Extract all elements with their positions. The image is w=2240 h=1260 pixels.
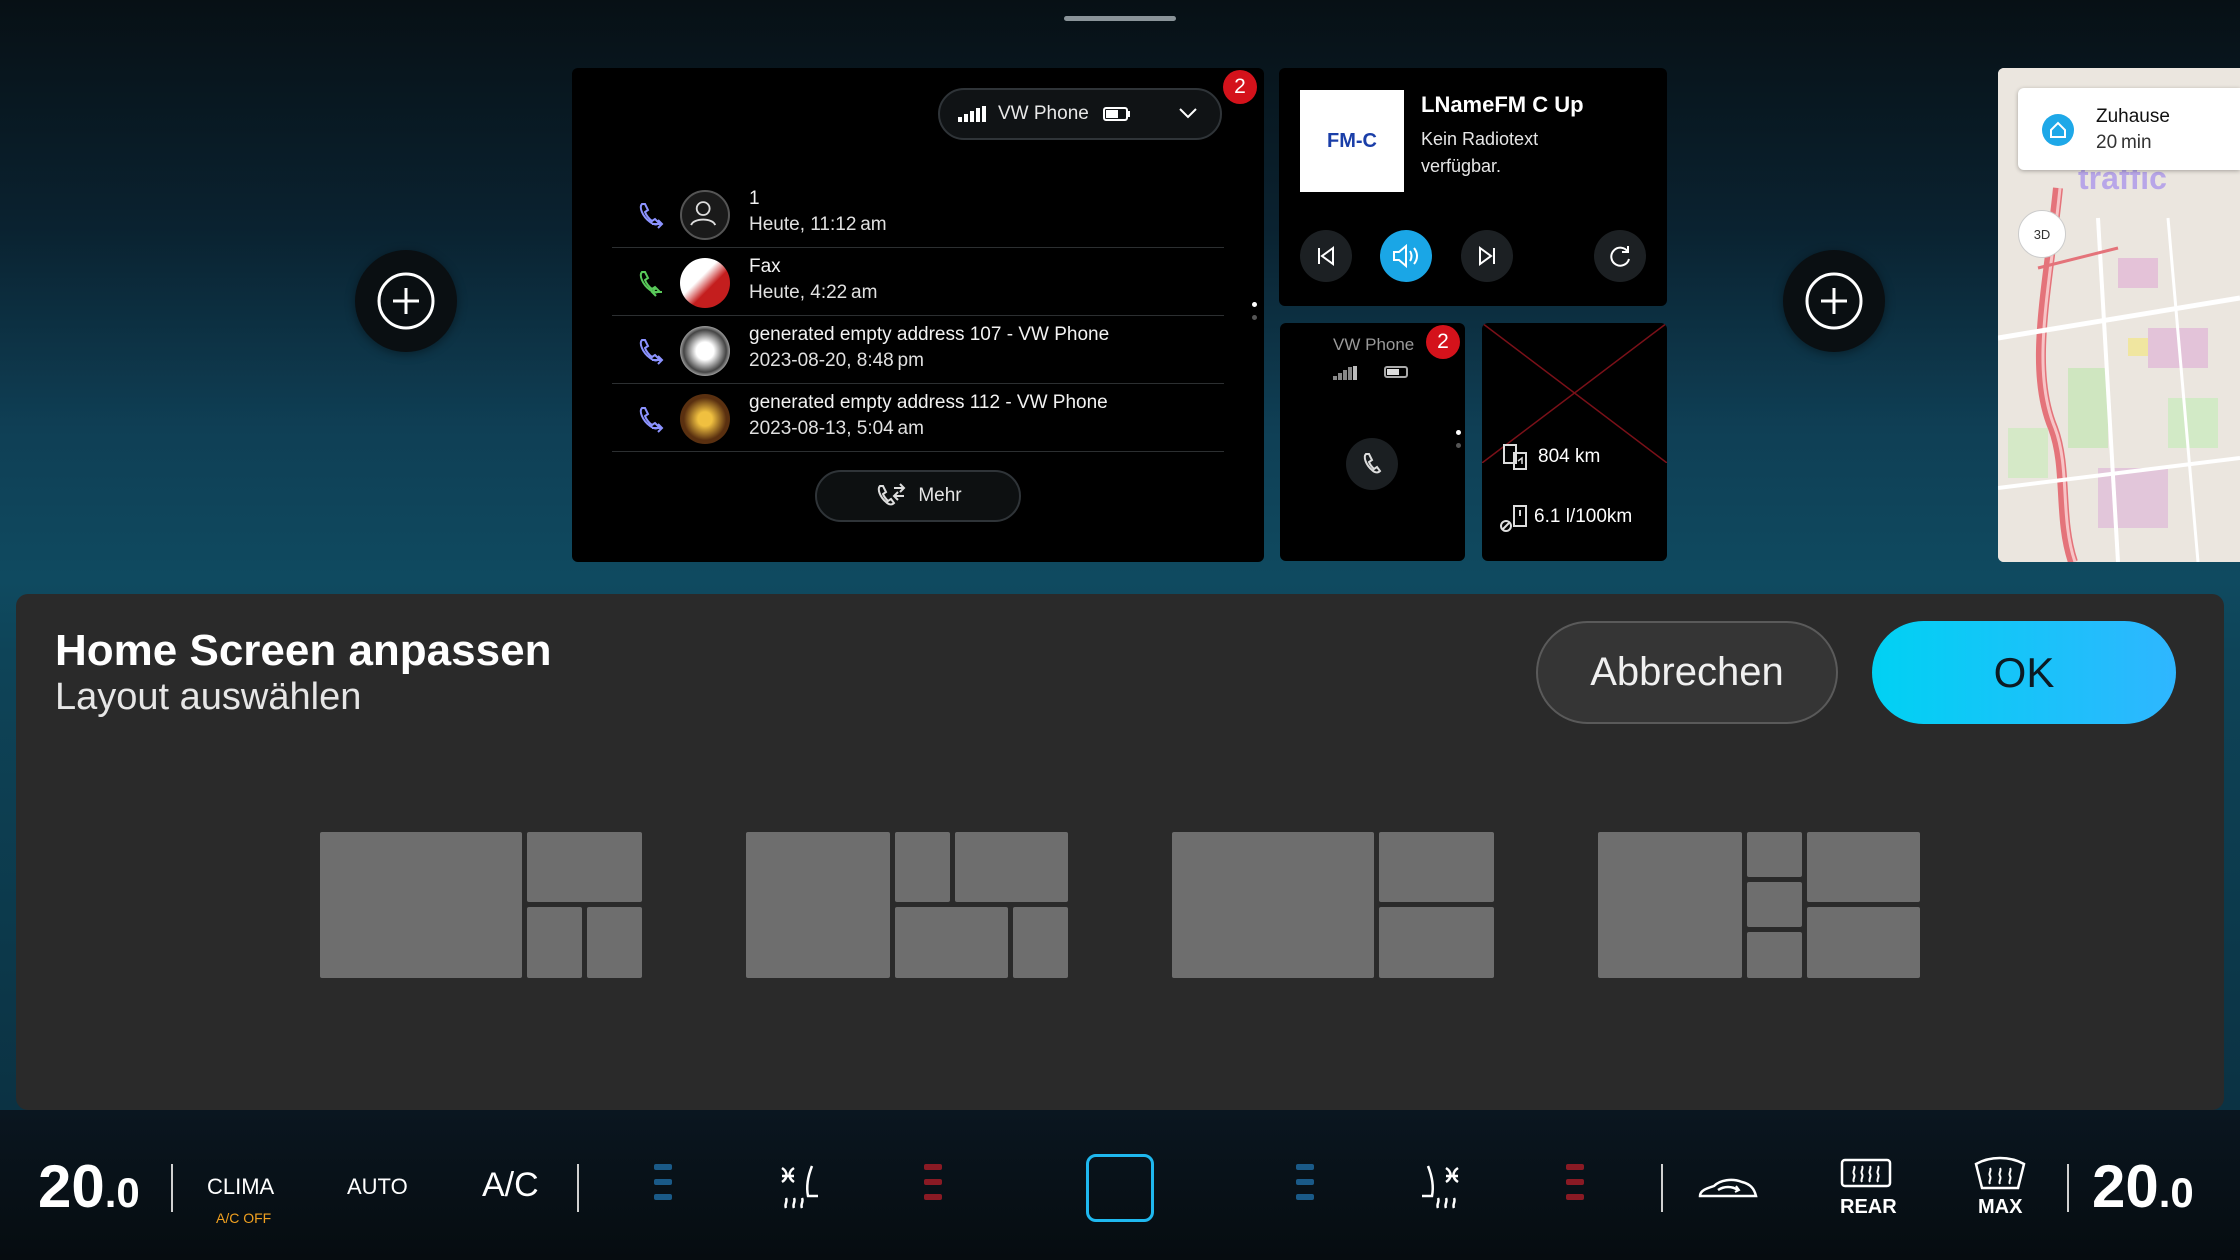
signal-icon [1333, 366, 1357, 380]
destination-eta: 20 min [2096, 132, 2152, 153]
divider [2067, 1164, 2069, 1212]
add-widget-right-button[interactable] [1783, 250, 1885, 352]
temperature-right-decimal: .0 [2158, 1169, 2194, 1216]
call-button[interactable] [1346, 438, 1398, 490]
plus-icon [377, 272, 435, 330]
rear-defrost-label: REAR [1840, 1196, 1897, 1218]
signal-icon [958, 106, 986, 122]
temperature-left-value: 20 [38, 1153, 105, 1220]
phone-small-device: VW Phone [1333, 335, 1415, 354]
call-list-item[interactable]: generated empty address 107 - VW Phone 2… [612, 316, 1224, 384]
missed-calls-badge: 2 [1426, 325, 1460, 359]
3d-toggle-button[interactable]: 3D [2018, 210, 2066, 258]
missed-calls-badge: 2 [1223, 70, 1257, 104]
seat-fan-left-icon[interactable] [768, 1158, 828, 1218]
page-indicator [1456, 430, 1462, 456]
max-defrost-label: MAX [1978, 1196, 2023, 1218]
ac-button[interactable]: A/C [482, 1166, 539, 1205]
seat-heating-left-level[interactable] [924, 1164, 944, 1209]
air-recirculation-icon[interactable] [1696, 1170, 1760, 1206]
more-calls-label: Mehr [918, 485, 962, 506]
home-icon [2042, 114, 2074, 146]
avatar [680, 326, 730, 376]
navigation-destination-card[interactable]: Zuhause 20 min [2018, 88, 2240, 170]
plus-icon [1805, 272, 1863, 330]
caller-name: Fax [749, 256, 781, 277]
skip-back-icon [1318, 246, 1334, 266]
station-logo: FM-C [1300, 90, 1404, 192]
range-icon [1503, 444, 1527, 470]
destination-name: Zuhause [2096, 106, 2170, 127]
person-icon [690, 201, 717, 226]
consumption-value: 6.1 l/100km [1534, 506, 1633, 527]
refresh-icon [1610, 246, 1630, 267]
skip-forward-icon [1479, 246, 1495, 266]
avatar [680, 190, 730, 240]
seat-ventilation-left-level[interactable] [654, 1164, 674, 1209]
divider [1661, 1164, 1663, 1212]
battery-icon [1384, 366, 1408, 378]
caller-name: generated empty address 107 - VW Phone [749, 324, 1110, 345]
divider [171, 1164, 173, 1212]
cancel-button[interactable]: Abbrechen [1536, 621, 1838, 724]
add-widget-left-button[interactable] [355, 250, 457, 352]
divider [577, 1164, 579, 1212]
layout-option-3[interactable] [1172, 832, 1494, 978]
drag-handle[interactable] [1064, 16, 1176, 21]
outgoing-call-icon [639, 203, 664, 229]
layout-option-4[interactable] [1598, 832, 1920, 978]
call-list-item[interactable]: generated empty address 112 - VW Phone 2… [612, 384, 1224, 452]
phone-icon [1363, 453, 1382, 474]
avatar [680, 394, 730, 444]
station-name: LNameFM C Up [1421, 92, 1584, 117]
fuel-consumption-icon [1500, 505, 1527, 532]
phone-device-name: VW Phone [998, 103, 1089, 124]
seat-fan-right-icon[interactable] [1412, 1158, 1472, 1218]
mute-button[interactable] [1380, 230, 1432, 282]
temperature-right-control[interactable]: 20.0 [2092, 1152, 2194, 1221]
previous-station-button[interactable] [1300, 230, 1352, 282]
avatar [680, 258, 730, 308]
sheet-subtitle: Layout auswählen [55, 676, 362, 718]
next-station-button[interactable] [1461, 230, 1513, 282]
ok-button[interactable]: OK [1872, 621, 2176, 724]
incoming-call-icon [639, 271, 662, 297]
speaker-icon [1393, 243, 1418, 269]
battery-icon [1102, 107, 1130, 121]
seat-ventilation-right-level[interactable] [1296, 1164, 1316, 1209]
range-value: 804 km [1538, 446, 1601, 467]
more-calls-button[interactable]: Mehr [815, 470, 1021, 522]
call-time: Heute, 11:12 am [749, 214, 887, 235]
temperature-left-control[interactable]: 20.0 [38, 1152, 140, 1221]
call-list-item[interactable]: Fax Heute, 4:22 am [612, 248, 1224, 316]
caller-name: generated empty address 112 - VW Phone [749, 392, 1108, 413]
seat-heating-right-level[interactable] [1566, 1164, 1586, 1209]
call-time: 2023-08-13, 5:04 am [749, 418, 924, 439]
auto-button[interactable]: AUTO [347, 1174, 408, 1200]
call-history-icon [878, 483, 906, 506]
call-time: Heute, 4:22 am [749, 282, 878, 303]
temperature-right-value: 20 [2092, 1153, 2159, 1220]
rear-defrost-icon[interactable] [1840, 1158, 1892, 1188]
layout-option-1[interactable] [320, 832, 642, 978]
source-switch-button[interactable] [1594, 230, 1646, 282]
ac-off-status: A/C OFF [216, 1210, 272, 1226]
caller-name: 1 [749, 188, 760, 209]
outgoing-call-icon [639, 339, 664, 365]
call-list-item[interactable]: 1 Heute, 11:12 am [612, 180, 1224, 248]
chevron-down-icon [1179, 108, 1197, 119]
outgoing-call-icon [639, 407, 664, 433]
layout-option-2[interactable] [746, 832, 1068, 978]
radio-text: Kein Radiotext verfügbar. [1421, 129, 1539, 176]
temperature-left-decimal: .0 [104, 1169, 140, 1216]
phone-device-select[interactable]: VW Phone [938, 88, 1222, 140]
call-time: 2023-08-20, 8:48 pm [749, 350, 924, 371]
sheet-title: Home Screen anpassen [55, 626, 552, 675]
max-defrost-icon[interactable] [1972, 1156, 2028, 1190]
page-indicator [1252, 302, 1258, 328]
home-button[interactable] [1086, 1154, 1154, 1222]
clima-button[interactable]: CLIMA [207, 1174, 274, 1200]
3d-label: 3D [2033, 226, 2051, 242]
